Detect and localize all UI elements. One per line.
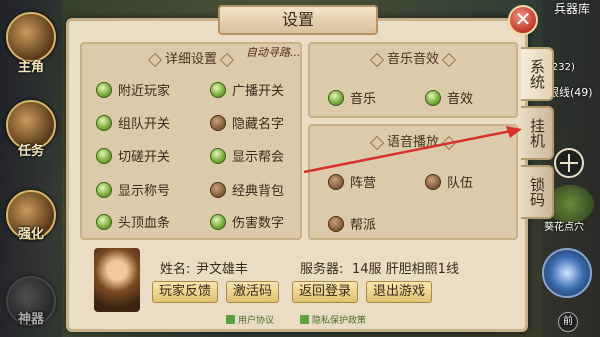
feedback-button[interactable]: 玩家反馈: [152, 281, 219, 303]
toggle-off-icon: [210, 114, 226, 131]
detail-settings-section: 详细设置: [80, 42, 302, 240]
avatar: [94, 248, 140, 312]
activation-code-button[interactable]: 激活码: [226, 281, 280, 303]
privacy-policy-label: 隐私保护政策: [312, 316, 367, 326]
tab-lock[interactable]: 锁码: [521, 165, 554, 219]
tab-auto-battle[interactable]: 挂机: [521, 106, 554, 160]
toggle-voice-faction[interactable]: 阵营: [328, 172, 376, 191]
toggle-on-icon: [96, 114, 112, 131]
checkbox-icon: [300, 315, 309, 324]
toggle-off-icon: [328, 173, 344, 190]
toggle-off-icon: [425, 173, 441, 190]
toggle-on-icon: [210, 81, 226, 98]
option-label: 阵营: [350, 176, 377, 191]
tab-auto-battle-label: 挂机: [528, 118, 546, 148]
back-to-login-button[interactable]: 返回登录: [292, 281, 359, 303]
player-name-label: 姓名:: [160, 262, 191, 277]
option-label: 广播开关: [232, 84, 285, 99]
toggle-team[interactable]: 组队开关: [96, 113, 170, 132]
toggle-damage-numbers[interactable]: 伤害数字: [210, 212, 284, 231]
toggle-on-icon: [328, 89, 344, 106]
lightning-skill-button[interactable]: [542, 248, 592, 298]
option-label: 头顶血条: [118, 216, 171, 231]
user-agreement-link[interactable]: 用户协议: [226, 313, 274, 326]
toggle-voice-guild[interactable]: 帮派: [328, 214, 376, 233]
voice-settings-title: 语音播放: [310, 131, 516, 150]
option-label: 组队开关: [118, 117, 171, 132]
option-label: 显示称号: [118, 184, 171, 199]
option-label: 队伍: [447, 176, 474, 191]
toggle-music[interactable]: 音乐: [328, 88, 376, 107]
toggle-hide-name[interactable]: 隐藏名字: [210, 113, 284, 132]
artifact-label: 神器: [17, 312, 44, 327]
option-label: 显示帮会: [232, 150, 285, 165]
quest-label: 任务: [17, 144, 44, 159]
toggle-off-icon: [210, 181, 226, 198]
toggle-on-icon: [425, 89, 441, 106]
route-label: 眼线(49): [548, 86, 593, 99]
option-label: 伤害数字: [232, 216, 285, 231]
left-hud: 主角 任务 强化 神器: [0, 0, 62, 337]
toggle-on-icon: [210, 213, 226, 230]
toggle-hp-bar[interactable]: 头顶血条: [96, 212, 170, 231]
auto-pathfinding-status: 自动寻路...: [246, 46, 301, 59]
toggle-off-icon: [328, 215, 344, 232]
page-title: 设置: [218, 5, 378, 35]
tab-system[interactable]: 系统: [521, 47, 554, 101]
option-label: 音乐: [350, 92, 377, 107]
option-label: 附近玩家: [118, 84, 171, 99]
option-label: 经典背包: [232, 184, 285, 199]
toggle-show-guild[interactable]: 显示帮会: [210, 146, 284, 165]
armory-label[interactable]: 兵器库: [554, 0, 590, 17]
toggle-show-title[interactable]: 显示称号: [96, 180, 170, 199]
close-icon: ✕: [514, 7, 532, 31]
privacy-policy-link[interactable]: 隐私保护政策: [300, 313, 366, 326]
toggle-sfx[interactable]: 音效: [425, 88, 473, 107]
toggle-classic-bag[interactable]: 经典背包: [210, 180, 284, 199]
toggle-on-icon: [96, 147, 112, 164]
player-name: 尹文雄丰: [196, 262, 249, 277]
crosshair-icon[interactable]: [554, 148, 584, 178]
server-name: 14服 肝胆相照1线: [352, 262, 459, 277]
option-label: 切磋开关: [118, 150, 171, 165]
toggle-duel[interactable]: 切磋开关: [96, 146, 170, 165]
user-agreement-label: 用户协议: [238, 316, 275, 326]
toggle-on-icon: [96, 213, 112, 230]
toggle-nearby-players[interactable]: 附近玩家: [96, 80, 170, 99]
option-label: 音效: [447, 92, 474, 107]
toggle-broadcast[interactable]: 广播开关: [210, 80, 284, 99]
music-settings-title: 音乐音效: [310, 48, 516, 67]
toggle-on-icon: [96, 181, 112, 198]
hero-label: 主角: [17, 60, 44, 75]
toggle-voice-team[interactable]: 队伍: [425, 172, 473, 191]
hero-button[interactable]: [6, 12, 56, 62]
tab-system-label: 系统: [528, 59, 546, 89]
checkbox-icon: [226, 315, 235, 324]
server-label: 服务器:: [300, 262, 344, 277]
option-label: 隐藏名字: [232, 117, 285, 132]
toggle-on-icon: [96, 81, 112, 98]
option-label: 帮派: [350, 218, 377, 233]
close-button[interactable]: ✕: [508, 5, 538, 35]
tab-lock-label: 锁码: [528, 177, 546, 207]
quit-game-button[interactable]: 退出游戏: [366, 281, 433, 303]
enhance-label: 强化: [17, 227, 44, 242]
front-button[interactable]: 前: [558, 312, 578, 332]
toggle-on-icon: [210, 147, 226, 164]
skill-label: 葵花点穴: [544, 222, 584, 233]
